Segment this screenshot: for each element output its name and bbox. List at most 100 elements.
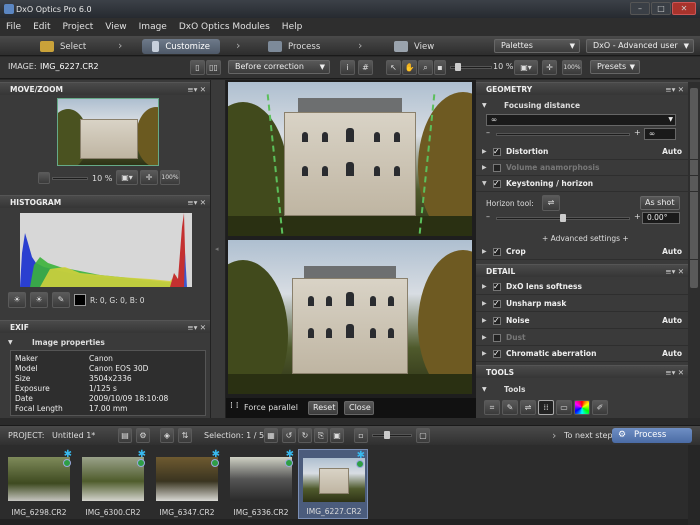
filmstrip-vertical-scrollbar[interactable] [688, 445, 700, 525]
highlight-clipping-button[interactable]: ☀ [30, 292, 48, 308]
minimize-button[interactable]: – [630, 2, 650, 15]
panel-menu-icon[interactable]: ≡▾ ✕ [665, 83, 684, 96]
thumbnail-size-large-icon[interactable]: ▢ [416, 428, 430, 443]
close-button[interactable]: Close [344, 401, 374, 415]
palettes-dropdown[interactable]: Palettes ▼ [494, 39, 580, 53]
eyedropper-icon[interactable]: ✎ [52, 292, 70, 308]
expand-triangle-icon[interactable]: ▶ [482, 313, 487, 329]
crop-checkbox[interactable] [493, 244, 501, 260]
module-dust[interactable]: ▶ Dust [476, 330, 700, 346]
geometry-header[interactable]: GEOMETRY ≡▾ ✕ [476, 82, 688, 95]
sort-icon[interactable]: ⇅ [178, 428, 192, 443]
unsharp-mask-checkbox[interactable] [493, 296, 501, 312]
menu-file[interactable]: File [6, 22, 21, 32]
as-shot-button[interactable]: As shot [640, 196, 680, 210]
menu-help[interactable]: Help [282, 22, 303, 32]
copy-settings-icon[interactable]: ⎘ [314, 428, 328, 443]
zoom-out-icon[interactable] [38, 172, 50, 184]
keystoning-checkbox[interactable] [493, 176, 501, 192]
horizon-angle-field[interactable]: 0.00° [642, 212, 680, 224]
next-step-label[interactable]: To next step [564, 431, 613, 440]
module-noise[interactable]: ▶ Noise Auto [476, 313, 700, 329]
presets-dropdown[interactable]: Presets ▼ [590, 60, 640, 74]
panel-menu-icon[interactable]: ≡▾ ✕ [187, 321, 206, 334]
pointer-icon[interactable]: ↖ [386, 60, 401, 75]
nav-zoom-dropdown[interactable]: ▣▾ [116, 170, 138, 185]
zoom-out-icon[interactable]: ▪ [434, 60, 446, 75]
volume-anamorphosis-checkbox[interactable] [493, 164, 501, 172]
tab-select[interactable]: Select [40, 39, 86, 54]
menu-view[interactable]: View [105, 22, 126, 32]
reset-button[interactable]: Reset [308, 401, 338, 415]
expand-triangle-icon[interactable]: ▶ [482, 279, 487, 295]
rotate-right-icon[interactable]: ↻ [298, 428, 312, 443]
expand-triangle-icon[interactable]: ▶ [482, 160, 487, 176]
paste-settings-icon[interactable]: ▣ [330, 428, 344, 443]
focusing-distance-field[interactable]: ∞ [644, 128, 676, 140]
module-crop[interactable]: ▶ Crop Auto [476, 244, 700, 260]
project-open-icon[interactable]: ▤ [118, 428, 132, 443]
thumbnail-size-knob[interactable] [384, 431, 390, 439]
white-balance-picker-icon[interactable]: ✐ [592, 400, 608, 415]
module-keystoning[interactable]: ▼ Keystoning / horizon [476, 176, 700, 192]
horizon-icon[interactable]: ⇌ [520, 400, 536, 415]
move-zoom-header[interactable]: MOVE/ZOOM ≡▾ ✕ [0, 82, 210, 95]
maximize-button[interactable]: □ [651, 2, 671, 15]
expand-triangle-icon[interactable]: ▶ [482, 244, 487, 260]
zoom-slider-knob[interactable] [455, 63, 461, 71]
noise-checkbox[interactable] [493, 313, 501, 329]
color-wheel-icon[interactable] [574, 400, 590, 415]
module-volume-anamorphosis[interactable]: ▶ Volume anamorphosis [476, 160, 700, 176]
collapse-left-icon[interactable]: ◂ [215, 245, 219, 253]
before-image[interactable] [228, 82, 472, 236]
fit-icon[interactable]: ✛ [140, 170, 158, 185]
expand-triangle-icon[interactable]: ▶ [482, 330, 487, 346]
filmstrip-scrollbar[interactable] [0, 519, 688, 525]
project-settings-icon[interactable]: ⚙ [136, 428, 150, 443]
collapse-triangle-icon[interactable]: ▼ [482, 386, 487, 393]
compare-view-button[interactable]: ▯▯ [206, 60, 221, 75]
filmstrip-item[interactable]: ✱ IMG_6298.CR2 [4, 449, 74, 519]
after-image[interactable] [228, 240, 472, 394]
thumbnail-size-small-icon[interactable]: ▫ [354, 428, 368, 443]
zoom-100-button[interactable]: 100% [562, 60, 582, 75]
process-button[interactable]: ⚙ Process [612, 428, 692, 443]
tab-customize[interactable]: Customize [142, 39, 220, 54]
shadow-clipping-button[interactable]: ☀ [8, 292, 26, 308]
thumbnail-size-slider[interactable] [372, 434, 412, 437]
expand-triangle-icon[interactable]: ▶ [482, 144, 487, 160]
panel-menu-icon[interactable]: ≡▾ ✕ [665, 265, 684, 278]
grid-icon[interactable]: # [358, 60, 373, 75]
histogram-header[interactable]: HISTOGRAM ≡▾ ✕ [0, 195, 210, 208]
focusing-distance-slider[interactable] [496, 133, 630, 136]
module-unsharp-mask[interactable]: ▶ Unsharp mask [476, 296, 700, 312]
module-lens-softness[interactable]: ▶ DxO lens softness [476, 279, 700, 295]
chromatic-aberration-checkbox[interactable] [493, 346, 501, 362]
compare-mode-dropdown[interactable]: Before correction ▼ [228, 60, 330, 74]
rotate-left-icon[interactable]: ↺ [282, 428, 296, 443]
dust-checkbox[interactable] [493, 334, 501, 342]
menu-dxo-modules[interactable]: DxO Optics Modules [179, 22, 270, 32]
panel-menu-icon[interactable]: ≡▾ ✕ [187, 83, 206, 96]
panel-menu-icon[interactable]: ≡▾ ✕ [187, 196, 206, 209]
magnifier-icon[interactable]: ⌕ [418, 60, 433, 75]
menu-edit[interactable]: Edit [33, 22, 50, 32]
dust-brush-icon[interactable]: ✎ [502, 400, 518, 415]
tools-header[interactable]: TOOLS ≡▾ ✕ [476, 365, 688, 378]
hand-icon[interactable]: ✋ [402, 60, 417, 75]
module-chromatic-aberration[interactable]: ▶ Chromatic aberration Auto [476, 346, 700, 362]
info-icon[interactable]: i [340, 60, 355, 75]
select-all-icon[interactable]: ▦ [264, 428, 278, 443]
filmstrip-item[interactable]: ✱ IMG_6336.CR2 [226, 449, 296, 519]
nav-zoom-100[interactable]: 100% [160, 170, 180, 185]
expand-triangle-icon[interactable]: ▶ [482, 346, 487, 362]
nav-zoom-slider[interactable] [52, 177, 88, 180]
panel-menu-icon[interactable]: ≡▾ ✕ [665, 366, 684, 379]
close-window-button[interactable]: ✕ [672, 2, 696, 15]
fit-icon[interactable]: ✛ [542, 60, 557, 75]
user-mode-dropdown[interactable]: DxO - Advanced user ▼ [586, 39, 694, 53]
horizon-slider-knob[interactable] [560, 214, 566, 222]
advanced-settings-link[interactable]: + Advanced settings + [542, 234, 629, 243]
distortion-checkbox[interactable] [493, 144, 501, 160]
menu-image[interactable]: Image [139, 22, 167, 32]
